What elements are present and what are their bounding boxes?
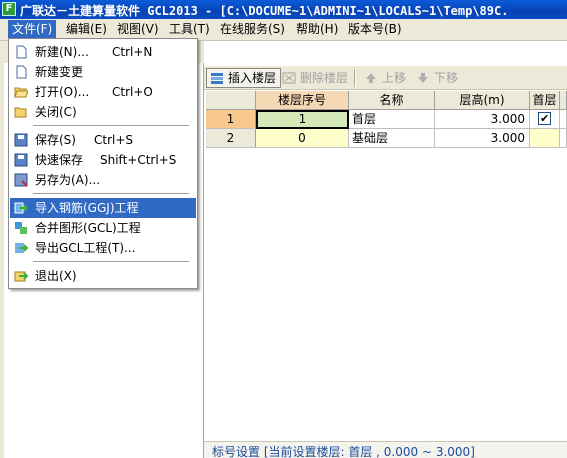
floor-height-cell[interactable]: 3.000 bbox=[435, 129, 530, 148]
file-menu-quick-save[interactable]: 快速保存 Shift+Ctrl+S bbox=[10, 150, 196, 170]
export-project-icon bbox=[15, 243, 28, 253]
file-menu-exit[interactable]: 退出(X) bbox=[10, 266, 196, 286]
file-menu-new[interactable]: 新建(N)... Ctrl+N bbox=[10, 42, 196, 62]
file-menu-save[interactable]: 保存(S) Ctrl+S bbox=[10, 130, 196, 150]
floor-seq-cell[interactable]: 0 bbox=[256, 129, 349, 148]
left-panel-edge bbox=[0, 63, 4, 458]
close-folder-icon bbox=[14, 107, 27, 118]
file-menu-save-as[interactable]: 另存为(A)... bbox=[10, 170, 196, 190]
delete-floor-button[interactable]: 删除楼层 bbox=[278, 68, 353, 88]
floor-toolbar: 插入楼层 删除楼层 上移 下移 bbox=[204, 66, 567, 90]
check-icon: ✔ bbox=[540, 112, 550, 125]
move-down-button[interactable]: 下移 bbox=[412, 68, 463, 88]
new-file-icon bbox=[16, 45, 27, 59]
column-header-first-floor[interactable]: 首层 bbox=[530, 91, 560, 110]
move-up-button[interactable]: 上移 bbox=[360, 68, 411, 88]
menu-separator bbox=[33, 193, 189, 195]
file-menu-import-rebar-label: 导入钢筋(GGJ)工程 bbox=[35, 201, 139, 215]
app-icon: F bbox=[2, 2, 16, 16]
file-menu-close[interactable]: 关闭(C) bbox=[10, 102, 196, 122]
floor-height-cell[interactable]: 3.000 bbox=[435, 110, 530, 129]
file-menu-close-label: 关闭(C) bbox=[35, 105, 77, 119]
move-down-label: 下移 bbox=[434, 71, 459, 85]
menu-online-service[interactable]: 在线服务(S) bbox=[216, 20, 289, 39]
save-icon bbox=[14, 133, 28, 147]
insert-floor-button[interactable]: 插入楼层 bbox=[206, 68, 282, 88]
file-menu-save-as-label: 另存为(A)... bbox=[35, 173, 101, 187]
column-header-height[interactable]: 层高(m) bbox=[435, 91, 530, 110]
quick-save-icon bbox=[14, 153, 28, 167]
file-menu-save-label: 保存(S) bbox=[35, 133, 76, 147]
column-header-overflow bbox=[560, 91, 567, 110]
move-up-label: 上移 bbox=[382, 71, 407, 85]
file-menu-save-shortcut: Ctrl+S bbox=[94, 133, 134, 147]
file-menu-open-shortcut: Ctrl+O bbox=[112, 85, 153, 99]
menu-file[interactable]: 文件(F) bbox=[8, 20, 57, 39]
import-rebar-icon bbox=[14, 202, 28, 214]
file-menu-open-label: 打开(O)... bbox=[35, 85, 90, 99]
file-menu-export-project-label: 导出GCL工程(T)... bbox=[35, 241, 136, 255]
column-header-floor-seq[interactable]: 楼层序号 bbox=[256, 91, 349, 110]
floor-setting-status: 标号设置 [当前设置楼层: 首层 , 0.000 ~ 3.000] bbox=[212, 445, 475, 458]
file-menu-new-change-label: 新建变更 bbox=[35, 65, 84, 79]
file-menu-merge-project-label: 合并图形(GCL)工程 bbox=[35, 221, 141, 235]
overflow-cell bbox=[560, 110, 567, 129]
menu-tools[interactable]: 工具(T) bbox=[165, 20, 214, 39]
status-bar: 标号设置 [当前设置楼层: 首层 , 0.000 ~ 3.000] bbox=[204, 441, 567, 458]
window-title: 广联达－土建算量软件 GCL2013 - [C:\DOCUME~1\ADMINI… bbox=[20, 4, 509, 18]
open-folder-icon bbox=[14, 87, 28, 98]
insert-floor-icon bbox=[211, 73, 223, 84]
file-menu-merge-project[interactable]: 合并图形(GCL)工程 bbox=[10, 218, 196, 238]
row-number[interactable]: 2 bbox=[206, 129, 256, 148]
arrow-down-icon bbox=[418, 73, 428, 83]
file-menu-open[interactable]: 打开(O)... Ctrl+O bbox=[10, 82, 196, 102]
floor-name-cell[interactable]: 基础层 bbox=[349, 129, 435, 148]
menu-separator bbox=[33, 125, 189, 127]
file-menu-quick-save-label: 快速保存 bbox=[35, 153, 84, 167]
floor-name-cell[interactable]: 首层 bbox=[349, 110, 435, 129]
new-change-icon bbox=[16, 65, 27, 79]
first-floor-cell[interactable] bbox=[530, 129, 560, 148]
floor-seq-cell[interactable]: 1 bbox=[256, 110, 349, 129]
save-as-icon bbox=[14, 173, 28, 187]
table-corner bbox=[206, 91, 256, 110]
insert-floor-label: 插入楼层 bbox=[228, 71, 277, 85]
merge-project-icon bbox=[15, 222, 27, 234]
menu-view[interactable]: 视图(V) bbox=[113, 20, 163, 39]
file-menu-export-project[interactable]: 导出GCL工程(T)... bbox=[10, 238, 196, 258]
menu-separator bbox=[33, 261, 189, 263]
title-bar: F 广联达－土建算量软件 GCL2013 - [C:\DOCUME~1\ADMI… bbox=[0, 0, 567, 19]
file-menu-new-change[interactable]: 新建变更 bbox=[10, 62, 196, 82]
delete-floor-label: 删除楼层 bbox=[300, 71, 349, 85]
file-menu-dropdown: 新建(N)... Ctrl+N 新建变更 打开(O)... Ctrl+O 关闭(… bbox=[8, 38, 198, 289]
file-menu-import-rebar[interactable]: 导入钢筋(GGJ)工程 bbox=[10, 198, 196, 218]
first-floor-cell[interactable]: ✔ bbox=[530, 110, 560, 129]
row-number[interactable]: 1 bbox=[206, 110, 256, 129]
floor-table: 楼层序号 名称 层高(m) 首层 1 1 首层 3.000 ✔ 2 0 基础层 … bbox=[206, 91, 567, 151]
file-menu-quick-save-shortcut: Shift+Ctrl+S bbox=[100, 153, 177, 167]
file-menu-new-label: 新建(N)... bbox=[35, 45, 89, 59]
file-menu-exit-label: 退出(X) bbox=[35, 269, 77, 283]
menu-version[interactable]: 版本号(B) bbox=[344, 20, 406, 39]
delete-floor-icon bbox=[282, 72, 296, 84]
toolbar-separator bbox=[354, 69, 356, 87]
arrow-up-icon bbox=[366, 73, 376, 83]
menu-edit[interactable]: 编辑(E) bbox=[62, 20, 111, 39]
exit-icon bbox=[14, 271, 28, 282]
column-header-name[interactable]: 名称 bbox=[349, 91, 435, 110]
overflow-cell bbox=[560, 129, 567, 148]
first-floor-checkbox[interactable]: ✔ bbox=[538, 112, 551, 125]
file-menu-new-shortcut: Ctrl+N bbox=[112, 45, 153, 59]
menu-help[interactable]: 帮助(H) bbox=[292, 20, 342, 39]
